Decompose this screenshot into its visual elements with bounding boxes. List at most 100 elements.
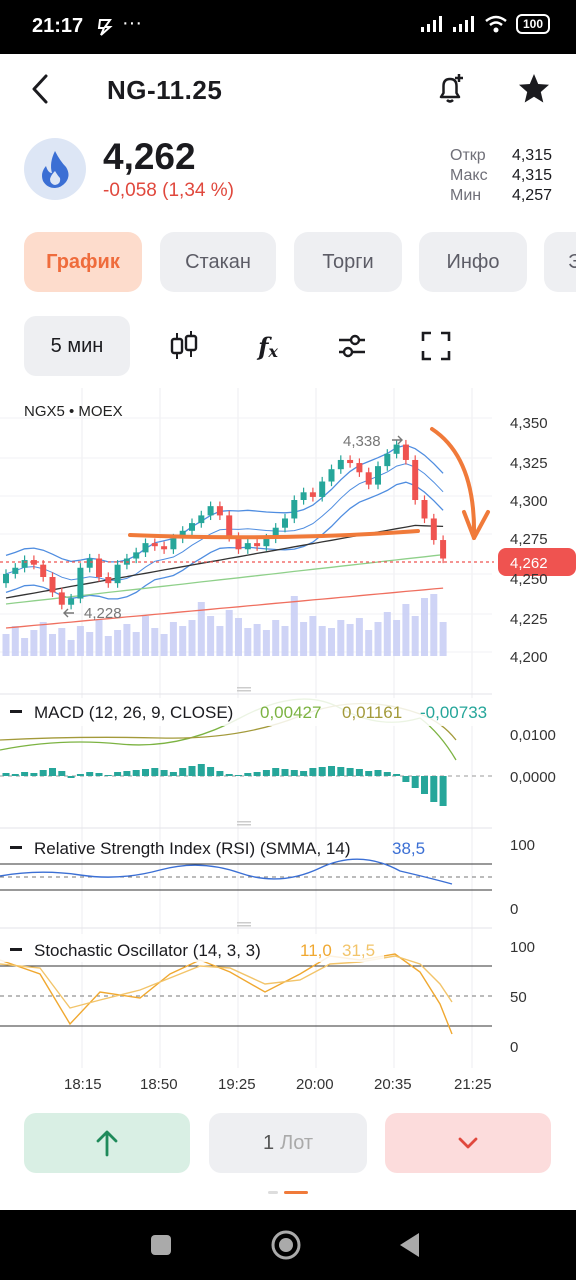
macd-histogram-bar: [104, 775, 112, 776]
alert-bell-icon[interactable]: [432, 71, 468, 107]
pane-drag-handle[interactable]: [237, 922, 251, 927]
macd-histogram-bar: [95, 773, 103, 776]
pane-drag-handle[interactable]: [237, 687, 251, 692]
stat-label: Макс: [450, 167, 488, 184]
timeframe-button[interactable]: 5 мин: [24, 316, 130, 376]
stoch-label: Stochastic Oscillator (14, 3, 3): [34, 941, 261, 960]
candle-body: [412, 459, 419, 500]
volume-bar: [235, 618, 242, 656]
stoch-d-value: 31,5: [342, 941, 375, 960]
volume-bar: [300, 622, 308, 656]
candle-body: [86, 558, 93, 568]
candle-body: [170, 538, 177, 550]
macd-histogram-bar: [244, 773, 252, 776]
volume-bar: [411, 616, 419, 656]
tab-trades[interactable]: Торги: [294, 232, 402, 292]
volume-bar: [188, 620, 196, 656]
volume-bar: [151, 628, 159, 656]
tab-chart[interactable]: График: [24, 232, 142, 292]
back-nav-icon[interactable]: [393, 1228, 427, 1262]
candle-body: [142, 543, 149, 553]
candle-body: [365, 472, 372, 485]
tab-more[interactable]: Э: [544, 232, 576, 292]
candle-body: [421, 500, 428, 519]
macd-histogram-bar: [179, 768, 187, 776]
macd-histogram-bar: [281, 769, 289, 776]
volume-bar: [216, 626, 224, 656]
signal-icon-2: [452, 16, 474, 32]
macd-histogram-bar: [197, 764, 205, 776]
candle-body: [384, 453, 391, 467]
fullscreen-icon[interactable]: [419, 329, 453, 363]
settings-sliders-icon[interactable]: [335, 329, 369, 363]
time-axis: 18:15 18:50 19:25 20:00 20:35 21:25: [64, 1076, 492, 1093]
favorite-star-icon[interactable]: [516, 71, 552, 107]
candles-icon[interactable]: [167, 329, 201, 363]
candle-body: [133, 552, 140, 559]
rsi-collapse-icon[interactable]: [10, 846, 22, 849]
macd-value-3: -0,00733: [420, 703, 487, 722]
tab-info[interactable]: Инфо: [419, 232, 527, 292]
tab-order-book[interactable]: Стакан: [160, 232, 276, 292]
candle-body: [105, 577, 112, 584]
macd-histogram-bar: [439, 776, 447, 806]
more-notifications-icon: ···: [122, 12, 142, 34]
price-chart[interactable]: NGX5 • MOEX 4,262 4,350 4,325 4,300 4,27…: [0, 388, 576, 1108]
volume-bar: [207, 616, 215, 656]
price-axis: 4,350 4,325 4,300 4,275 4,250 4,225 4,20…: [510, 415, 548, 666]
candle-body: [254, 543, 261, 547]
stoch-collapse-icon[interactable]: [10, 948, 22, 951]
volume-bar: [39, 622, 47, 656]
time-tick: 18:15: [64, 1076, 102, 1093]
lot-count: 1: [262, 1131, 275, 1154]
macd-histogram-bar: [272, 768, 280, 776]
macd-histogram-bar: [318, 767, 326, 776]
wifi-icon: [485, 15, 507, 33]
macd-histogram-bar: [337, 767, 345, 776]
candle-body: [375, 466, 381, 485]
volume-bar: [104, 636, 112, 656]
volume-bar: [318, 626, 326, 656]
candle-body: [12, 567, 19, 574]
flame-icon: [42, 151, 69, 188]
pane-drag-handle[interactable]: [237, 821, 251, 826]
macd-histogram-bar: [253, 772, 261, 776]
macd-collapse-icon[interactable]: [10, 710, 22, 713]
macd-histogram-bar: [151, 768, 159, 776]
day-stats: Откр 4,315 Макс 4,315 Мин 4,257: [450, 146, 552, 206]
price-tick: 4,200: [510, 649, 548, 666]
macd-histogram-bar: [207, 767, 215, 776]
macd-histogram-bar: [262, 770, 270, 776]
volume-bar: [225, 610, 233, 656]
stat-open: Откр 4,315: [450, 146, 552, 166]
macd-histogram-bar: [411, 776, 419, 788]
buy-button[interactable]: [24, 1113, 190, 1173]
volume-bar: [365, 630, 373, 656]
macd-histogram-bar: [346, 768, 354, 776]
rsi-label: Relative Strength Index (RSI) (SMMA, 14): [34, 839, 351, 858]
recents-icon[interactable]: [144, 1228, 178, 1262]
rsi-tick: 100: [510, 837, 535, 854]
indicators-fx-icon[interactable]: fx: [251, 329, 285, 363]
time-tick: 20:35: [374, 1076, 412, 1093]
price-tick: 4,275: [510, 531, 548, 548]
sell-button[interactable]: [385, 1113, 551, 1173]
home-icon[interactable]: [269, 1228, 303, 1262]
volume-bar: [383, 612, 391, 656]
macd-histogram-bar: [235, 775, 242, 776]
macd-tick: 0,0000: [510, 769, 556, 786]
macd-histogram-bar: [393, 774, 401, 776]
lot-selector[interactable]: 1 Лот: [209, 1113, 367, 1173]
chevron-down-icon: [458, 1137, 478, 1149]
volume-bar: [337, 620, 345, 656]
stochastic-pane: [0, 953, 492, 1035]
price-tick: 4,350: [510, 415, 548, 432]
time-tick: 18:50: [140, 1076, 178, 1093]
signal-icon: [420, 16, 442, 32]
candle-body: [337, 459, 344, 470]
top-bar: NG-11.25: [0, 54, 576, 126]
candle-body: [77, 567, 84, 599]
back-arrow-icon[interactable]: [26, 72, 56, 106]
ticker-title: NG-11.25: [107, 75, 223, 105]
lower-band: [5, 481, 444, 600]
